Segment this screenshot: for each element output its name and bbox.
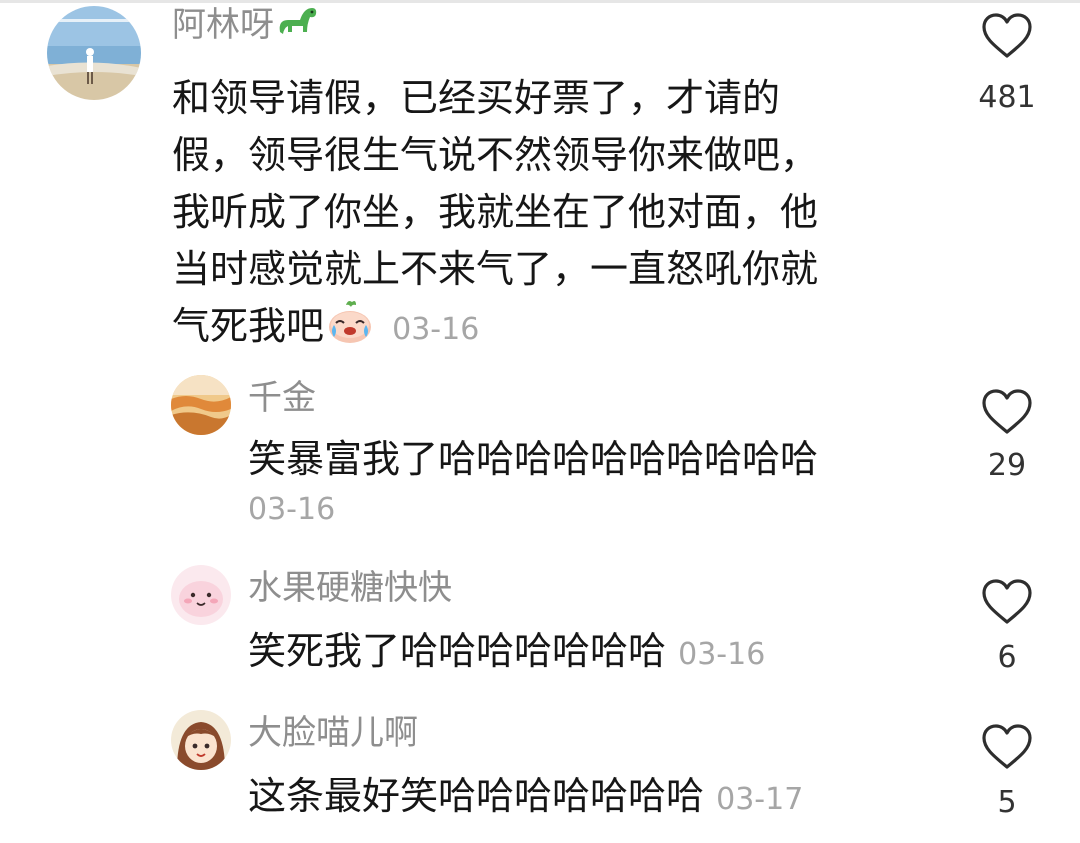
- reply-time: 03-17: [716, 782, 804, 817]
- avatar[interactable]: [171, 710, 231, 770]
- comment-line: 和领导请假，已经买好票了，才请的: [172, 76, 781, 120]
- reply-text: 笑死我了哈哈哈哈哈哈哈: [248, 629, 667, 673]
- like-count: 481: [978, 80, 1036, 115]
- like-count: 6: [997, 640, 1017, 675]
- beach-photo-avatar: [47, 6, 141, 100]
- comment-line: 气死我吧: [172, 304, 325, 348]
- reply-text: 笑暴富我了哈哈哈哈哈哈哈哈哈哈: [248, 437, 819, 481]
- reply-time: 03-16: [678, 637, 766, 672]
- reply-text-row: 这条最好笑哈哈哈哈哈哈哈 03-17: [248, 770, 803, 826]
- top-divider: [0, 0, 1080, 3]
- crying-laugh-emoji: [324, 299, 374, 361]
- avatar[interactable]: [47, 6, 141, 100]
- heart-outline-icon: [982, 579, 1032, 624]
- heart-outline-icon: [982, 13, 1032, 58]
- pink-blob-avatar: [171, 565, 231, 625]
- orange-sea-avatar: [171, 375, 231, 435]
- username-text: 阿林呀: [172, 5, 274, 45]
- like-count: 5: [997, 785, 1017, 820]
- like-button[interactable]: 6: [967, 578, 1047, 676]
- reply-text-row: 笑死我了哈哈哈哈哈哈哈 03-16: [248, 625, 765, 681]
- comment-time: 03-16: [392, 312, 480, 347]
- reply-time: 03-16: [248, 492, 336, 527]
- username[interactable]: 阿林呀: [172, 2, 318, 53]
- anime-girl-avatar: [171, 710, 231, 770]
- comment-line: 当时感觉就上不来气了，一直怒吼你就: [172, 247, 819, 291]
- comment-text: 和领导请假，已经买好票了，才请的 假，领导很生气说不然领导你来做吧， 我听成了你…: [172, 70, 818, 361]
- like-button[interactable]: 5: [967, 723, 1047, 821]
- comment-line: 假，领导很生气说不然领导你来做吧，: [172, 133, 819, 177]
- username[interactable]: 水果硬糖快快: [248, 566, 452, 610]
- like-count: 29: [987, 448, 1027, 483]
- like-button[interactable]: 29: [967, 388, 1047, 484]
- comment-last-line: 气死我吧 03-16: [172, 298, 818, 361]
- heart-outline-icon: [982, 724, 1032, 769]
- username[interactable]: 千金: [248, 376, 316, 420]
- like-button[interactable]: 481: [967, 12, 1047, 116]
- avatar[interactable]: [171, 375, 231, 435]
- avatar[interactable]: [171, 565, 231, 625]
- reply-text: 这条最好笑哈哈哈哈哈哈哈: [248, 774, 705, 818]
- heart-outline-icon: [982, 389, 1032, 434]
- username[interactable]: 大脸喵儿啊: [248, 711, 418, 755]
- comment-line: 我听成了你坐，我就坐在了他对面，他: [172, 190, 819, 234]
- dinosaur-emoji: [274, 2, 318, 53]
